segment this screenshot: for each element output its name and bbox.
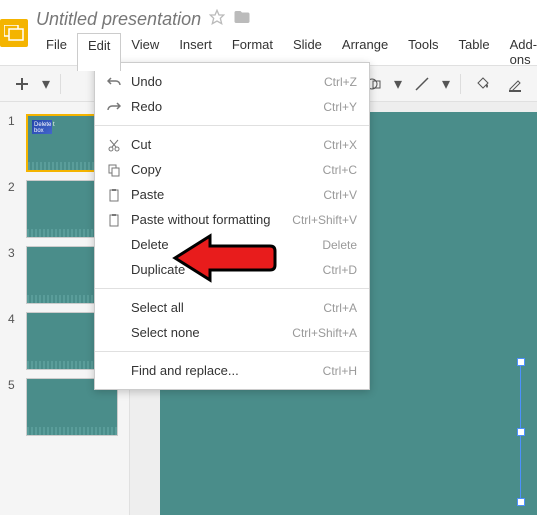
- menu-find-replace[interactable]: Find and replace... Ctrl+H: [95, 358, 369, 383]
- resize-handle[interactable]: [517, 358, 525, 366]
- folder-icon[interactable]: [233, 8, 251, 31]
- edit-dropdown: Undo Ctrl+Z Redo Ctrl+Y Cut Ctrl+X Copy …: [94, 62, 370, 390]
- separator: [95, 125, 369, 126]
- separator: [460, 74, 461, 94]
- star-icon[interactable]: [209, 9, 225, 30]
- paste-icon: [107, 188, 131, 202]
- menu-delete[interactable]: Delete Delete: [95, 232, 369, 257]
- separator: [95, 351, 369, 352]
- menu-duplicate[interactable]: Duplicate Ctrl+D: [95, 257, 369, 282]
- document-title[interactable]: Untitled presentation: [36, 9, 201, 30]
- menu-table[interactable]: Table: [449, 33, 500, 71]
- dropdown-icon[interactable]: ▾: [40, 70, 52, 98]
- dropdown-icon[interactable]: ▾: [392, 70, 404, 98]
- cut-icon: [107, 138, 131, 152]
- slides-logo[interactable]: [0, 19, 28, 47]
- menu-edit[interactable]: Edit: [77, 33, 121, 71]
- menu-cut[interactable]: Cut Ctrl+X: [95, 132, 369, 157]
- menu-file[interactable]: File: [36, 33, 77, 71]
- menu-select-none[interactable]: Select none Ctrl+Shift+A: [95, 320, 369, 345]
- new-slide-button[interactable]: [8, 70, 36, 98]
- redo-icon: [107, 100, 131, 114]
- fill-color-button[interactable]: [469, 70, 497, 98]
- separator: [95, 288, 369, 289]
- border-color-button[interactable]: [501, 70, 529, 98]
- menu-copy[interactable]: Copy Ctrl+C: [95, 157, 369, 182]
- menu-paste-without-formatting[interactable]: Paste without formatting Ctrl+Shift+V: [95, 207, 369, 232]
- menu-select-all[interactable]: Select all Ctrl+A: [95, 295, 369, 320]
- menu-tools[interactable]: Tools: [398, 33, 448, 71]
- menu-redo[interactable]: Redo Ctrl+Y: [95, 94, 369, 119]
- menu-paste[interactable]: Paste Ctrl+V: [95, 182, 369, 207]
- logo-area: [0, 0, 28, 65]
- menu-undo[interactable]: Undo Ctrl+Z: [95, 69, 369, 94]
- resize-handle[interactable]: [517, 498, 525, 506]
- resize-handle[interactable]: [517, 428, 525, 436]
- copy-icon: [107, 163, 131, 177]
- separator: [60, 74, 61, 94]
- line-button[interactable]: [408, 70, 436, 98]
- undo-icon: [107, 75, 131, 89]
- dropdown-icon[interactable]: ▾: [440, 70, 452, 98]
- app-header: Untitled presentation File Edit View Ins…: [0, 0, 537, 66]
- title-area: Untitled presentation File Edit View Ins…: [28, 0, 537, 65]
- menu-addons[interactable]: Add-ons: [500, 33, 537, 71]
- paste-icon: [107, 213, 131, 227]
